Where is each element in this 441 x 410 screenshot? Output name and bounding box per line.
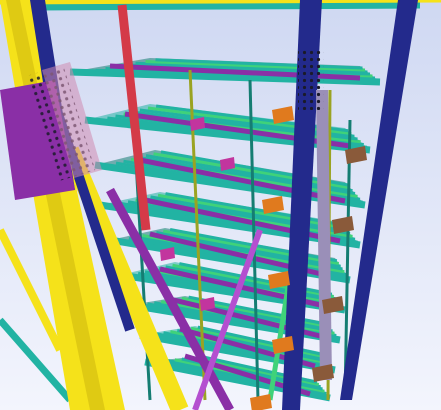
right-column-bolt-plate	[298, 48, 324, 110]
structure-viewport[interactable]	[0, 0, 441, 410]
steel-structure-render	[0, 0, 441, 410]
